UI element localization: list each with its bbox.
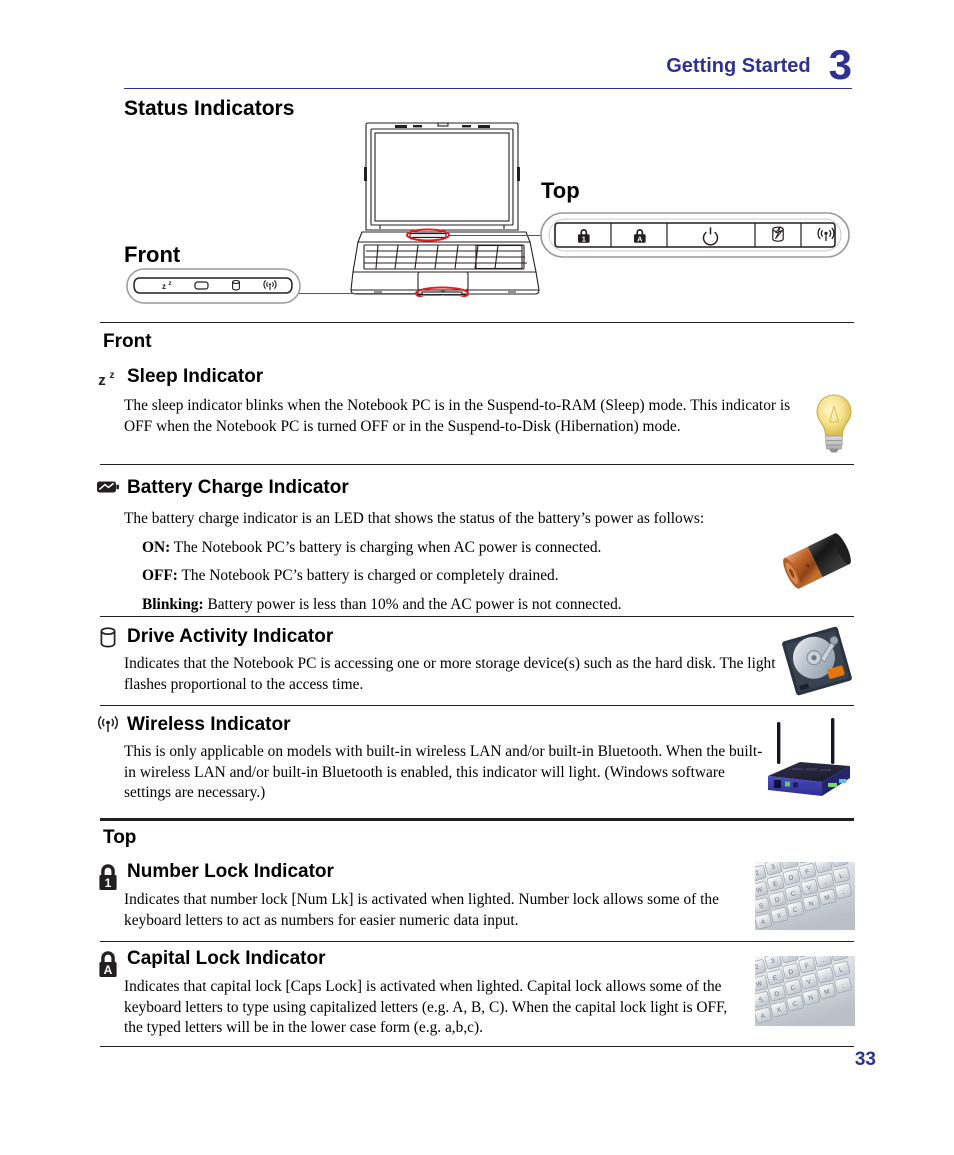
sleep-body-text: The sleep indicator blinks when the Note… — [124, 397, 791, 435]
svg-text:A: A — [637, 234, 643, 243]
section-body-drive: Indicates that the Notebook PC is access… — [124, 654, 784, 695]
chapter-number: 3 — [828, 41, 852, 88]
list-item: ON: The Notebook PC’s battery is chargin… — [142, 538, 807, 559]
lead-line-top — [448, 235, 543, 237]
section-title-capslock: Capital Lock Indicator — [127, 948, 326, 969]
section-title-numlock: Number Lock Indicator — [127, 861, 334, 882]
list-item: OFF: The Notebook PC’s battery is charge… — [142, 566, 807, 587]
header-rule — [124, 88, 852, 89]
keyboard-photo-capslock: 234 RT7 WED F.0 SDC V,L AXC NM; — [755, 956, 855, 1026]
battery-photo: + — [781, 528, 853, 594]
drive-body-text: Indicates that the Notebook PC is access… — [124, 655, 776, 693]
section-title-battery: Battery Charge Indicator — [127, 477, 349, 498]
section-body-sleep: The sleep indicator blinks when the Note… — [124, 396, 807, 437]
battery-state-blinking-text: Battery power is less than 10% and the A… — [207, 595, 622, 613]
keyboard-photo-numlock: 234 RT7 WED F.0 SDC V,L AXC NM; — [755, 862, 855, 930]
group-label-front: Front — [103, 331, 152, 352]
svg-text:1: 1 — [582, 234, 586, 243]
number-lock-icon: 1 — [95, 861, 121, 895]
divider-above-top — [100, 818, 854, 821]
capslock-body-text: Indicates that capital lock [Caps Lock] … — [124, 978, 728, 1036]
group-label-top: Top — [103, 827, 137, 848]
divider-drive-wireless — [100, 705, 854, 706]
section-title-drive: Drive Activity Indicator — [127, 626, 334, 647]
page-title: Status Indicators — [124, 97, 295, 120]
lightbulb-photo — [812, 392, 856, 454]
divider-numlock-capslock — [100, 941, 854, 942]
svg-text:z: z — [169, 281, 172, 287]
harddisk-photo — [780, 625, 854, 697]
section-heading-drive: Drive Activity Indicator — [95, 626, 333, 652]
divider-footer — [100, 1046, 854, 1047]
header-title: Getting Started — [666, 55, 811, 77]
divider-sleep-battery — [100, 464, 854, 465]
battery-state-list: ON: The Notebook PC’s battery is chargin… — [124, 538, 807, 616]
battery-state-off-term: OFF: — [142, 567, 178, 584]
section-heading-sleep: z z Sleep Indicator — [95, 366, 263, 388]
diagram-label-top: Top — [541, 178, 580, 203]
battery-state-off-text: The Notebook PC’s battery is charged or … — [181, 567, 559, 584]
page-number: 33 — [854, 1049, 876, 1070]
front-indicator-panel: z z — [126, 268, 301, 304]
section-body-wireless: This is only applicable on models with b… — [124, 742, 764, 804]
divider-above-front — [100, 322, 854, 323]
section-body-numlock: Indicates that number lock [Num Lk] is a… — [124, 890, 749, 931]
capital-lock-icon: A — [95, 948, 121, 982]
list-item: Blinking: Battery power is less than 10%… — [142, 595, 807, 616]
battery-state-on-text: The Notebook PC’s battery is charging wh… — [173, 538, 602, 556]
notebook-illustration — [350, 122, 540, 297]
battery-state-blinking-term: Blinking: — [142, 595, 204, 613]
top-indicator-panel: 1 A — [540, 212, 850, 258]
svg-text:z: z — [162, 282, 166, 291]
router-photo — [752, 716, 854, 812]
battery-charge-icon — [95, 477, 121, 497]
section-heading-battery: Battery Charge Indicator — [95, 477, 349, 499]
status-indicator-diagram: Top Front 1 A z z — [100, 122, 854, 307]
section-body-capslock: Indicates that capital lock [Caps Lock] … — [124, 977, 746, 1039]
svg-text:1: 1 — [105, 876, 112, 890]
svg-text:A: A — [104, 963, 113, 977]
svg-text:z: z — [98, 372, 106, 388]
manual-page: Getting Started 3 Status Indicators Top … — [0, 0, 954, 1155]
sleep-zz-icon: z z — [95, 366, 121, 388]
wireless-icon — [95, 714, 121, 738]
drive-activity-icon — [95, 626, 121, 652]
section-heading-wireless: Wireless Indicator — [95, 714, 291, 738]
battery-state-on-term: ON: — [142, 538, 171, 556]
wireless-body-text: This is only applicable on models with b… — [124, 743, 763, 801]
numlock-body-text: Indicates that number lock [Num Lk] is a… — [124, 891, 719, 929]
section-body-battery: The battery charge indicator is an LED t… — [124, 509, 807, 617]
section-title-sleep: Sleep Indicator — [127, 366, 264, 387]
section-title-wireless: Wireless Indicator — [127, 714, 291, 735]
diagram-label-front: Front — [124, 242, 181, 267]
page-header: Getting Started 3 — [124, 44, 852, 92]
battery-body-text: The battery charge indicator is an LED t… — [124, 510, 705, 527]
svg-text:z: z — [110, 370, 115, 381]
